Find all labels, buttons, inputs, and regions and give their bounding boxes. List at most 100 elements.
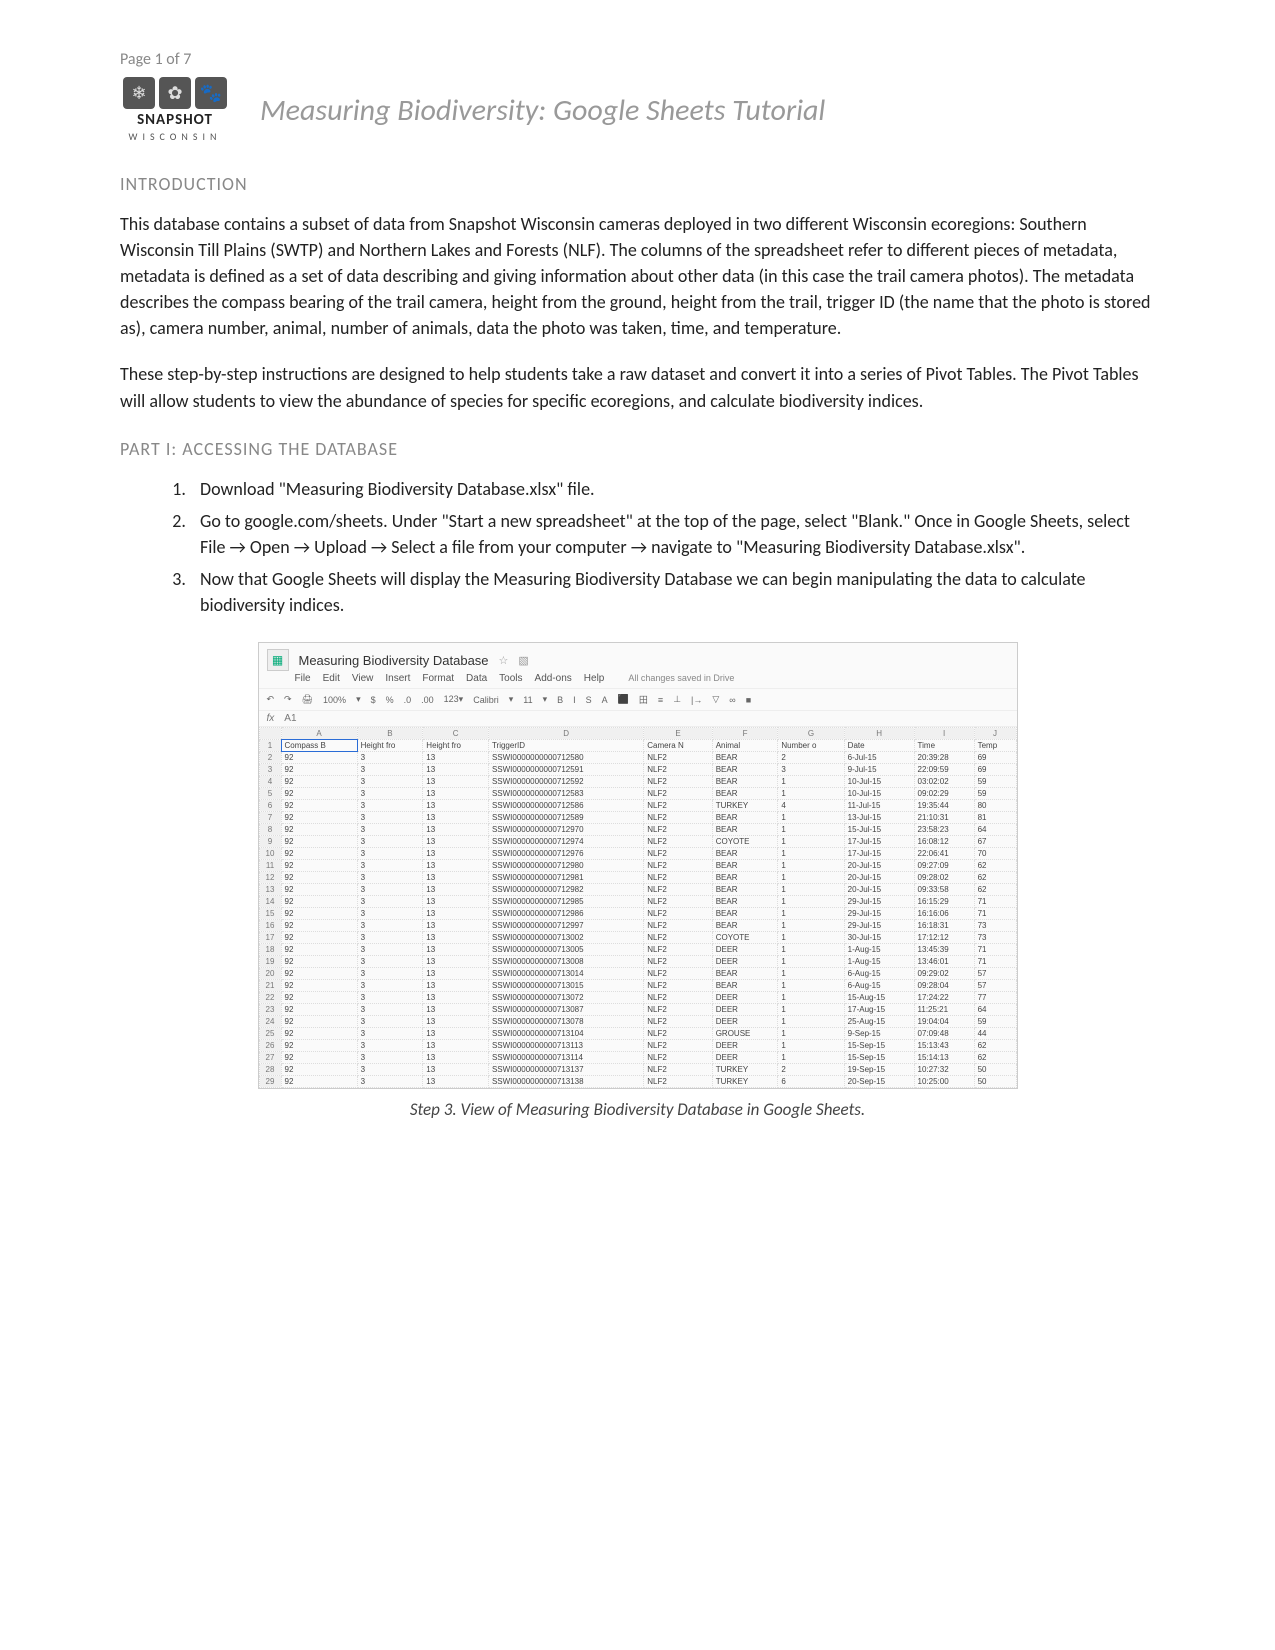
- data-cell[interactable]: SSWI0000000000712981: [488, 872, 643, 884]
- data-cell[interactable]: 1: [778, 932, 844, 944]
- data-cell[interactable]: 15-Sep-15: [844, 1040, 914, 1052]
- data-cell[interactable]: 29-Jul-15: [844, 908, 914, 920]
- data-cell[interactable]: NLF2: [644, 872, 712, 884]
- row-header[interactable]: 13: [259, 884, 281, 896]
- data-cell[interactable]: 71: [974, 956, 1016, 968]
- data-cell[interactable]: 10:27:32: [914, 1064, 974, 1076]
- data-cell[interactable]: 3: [357, 884, 423, 896]
- data-cell[interactable]: 3: [778, 764, 844, 776]
- col-header[interactable]: B: [357, 728, 423, 740]
- data-header-cell[interactable]: Temp: [974, 740, 1016, 752]
- data-cell[interactable]: 3: [357, 788, 423, 800]
- data-cell[interactable]: 13: [423, 860, 489, 872]
- data-cell[interactable]: 13: [423, 872, 489, 884]
- data-cell[interactable]: 1: [778, 812, 844, 824]
- data-cell[interactable]: 92: [281, 788, 357, 800]
- data-cell[interactable]: NLF2: [644, 1016, 712, 1028]
- data-cell[interactable]: 1: [778, 884, 844, 896]
- row-header[interactable]: 11: [259, 860, 281, 872]
- data-cell[interactable]: 09:29:02: [914, 968, 974, 980]
- data-cell[interactable]: 13: [423, 920, 489, 932]
- data-cell[interactable]: 3: [357, 812, 423, 824]
- data-cell[interactable]: 17-Jul-15: [844, 848, 914, 860]
- data-cell[interactable]: NLF2: [644, 776, 712, 788]
- data-cell[interactable]: SSWI0000000000713002: [488, 932, 643, 944]
- data-cell[interactable]: 69: [974, 752, 1016, 764]
- data-cell[interactable]: NLF2: [644, 884, 712, 896]
- data-cell[interactable]: NLF2: [644, 1028, 712, 1040]
- more-icon[interactable]: ■: [746, 695, 751, 705]
- col-header[interactable]: C: [423, 728, 489, 740]
- data-cell[interactable]: SSWI0000000000713114: [488, 1052, 643, 1064]
- dec-dec-icon[interactable]: .0: [404, 695, 412, 705]
- data-cell[interactable]: 71: [974, 896, 1016, 908]
- data-cell[interactable]: 6-Aug-15: [844, 968, 914, 980]
- data-cell[interactable]: 92: [281, 872, 357, 884]
- row-header[interactable]: 28: [259, 1064, 281, 1076]
- menu-view[interactable]: View: [352, 673, 374, 684]
- data-cell[interactable]: 2: [778, 1064, 844, 1076]
- data-cell[interactable]: 92: [281, 932, 357, 944]
- data-cell[interactable]: BEAR: [712, 776, 778, 788]
- data-cell[interactable]: SSWI0000000000712997: [488, 920, 643, 932]
- data-cell[interactable]: DEER: [712, 1004, 778, 1016]
- borders-icon[interactable]: 田: [639, 693, 648, 706]
- data-cell[interactable]: 11:25:21: [914, 1004, 974, 1016]
- col-header[interactable]: D: [488, 728, 643, 740]
- data-cell[interactable]: 3: [357, 1040, 423, 1052]
- data-cell[interactable]: 3: [357, 992, 423, 1004]
- data-cell[interactable]: BEAR: [712, 812, 778, 824]
- data-cell[interactable]: 1-Aug-15: [844, 956, 914, 968]
- data-cell[interactable]: SSWI0000000000712985: [488, 896, 643, 908]
- data-cell[interactable]: 15-Jul-15: [844, 824, 914, 836]
- data-cell[interactable]: 1: [778, 1004, 844, 1016]
- data-cell[interactable]: 50: [974, 1064, 1016, 1076]
- data-header-cell[interactable]: Animal: [712, 740, 778, 752]
- col-header[interactable]: G: [778, 728, 844, 740]
- row-header[interactable]: 22: [259, 992, 281, 1004]
- data-cell[interactable]: 13: [423, 800, 489, 812]
- row-header[interactable]: 10: [259, 848, 281, 860]
- data-cell[interactable]: 3: [357, 764, 423, 776]
- data-cell[interactable]: 13: [423, 776, 489, 788]
- data-cell[interactable]: 80: [974, 800, 1016, 812]
- data-cell[interactable]: 1: [778, 872, 844, 884]
- data-cell[interactable]: NLF2: [644, 848, 712, 860]
- data-cell[interactable]: 57: [974, 968, 1016, 980]
- data-cell[interactable]: 16:18:31: [914, 920, 974, 932]
- data-cell[interactable]: 1: [778, 788, 844, 800]
- redo-icon[interactable]: ↷: [284, 694, 292, 705]
- data-cell[interactable]: 16:15:29: [914, 896, 974, 908]
- data-cell[interactable]: 92: [281, 824, 357, 836]
- data-header-cell[interactable]: Height fro: [357, 740, 423, 752]
- data-cell[interactable]: 1: [778, 956, 844, 968]
- menu-tools[interactable]: Tools: [499, 673, 522, 684]
- data-cell[interactable]: 3: [357, 848, 423, 860]
- data-cell[interactable]: 13:45:39: [914, 944, 974, 956]
- data-cell[interactable]: 2: [778, 752, 844, 764]
- data-cell[interactable]: NLF2: [644, 812, 712, 824]
- data-cell[interactable]: 29-Jul-15: [844, 896, 914, 908]
- data-cell[interactable]: SSWI0000000000713137: [488, 1064, 643, 1076]
- row-header[interactable]: 18: [259, 944, 281, 956]
- row-header[interactable]: 23: [259, 1004, 281, 1016]
- data-cell[interactable]: 81: [974, 812, 1016, 824]
- data-cell[interactable]: 15:13:43: [914, 1040, 974, 1052]
- fillcolor-icon[interactable]: ⬛: [618, 694, 629, 705]
- data-cell[interactable]: DEER: [712, 992, 778, 1004]
- data-cell[interactable]: 25-Aug-15: [844, 1016, 914, 1028]
- data-cell[interactable]: BEAR: [712, 908, 778, 920]
- data-cell[interactable]: 13: [423, 836, 489, 848]
- data-cell[interactable]: 57: [974, 980, 1016, 992]
- data-cell[interactable]: 03:02:02: [914, 776, 974, 788]
- data-cell[interactable]: 92: [281, 836, 357, 848]
- data-cell[interactable]: SSWI0000000000713104: [488, 1028, 643, 1040]
- col-header[interactable]: A: [281, 728, 357, 740]
- data-header-cell[interactable]: Camera N: [644, 740, 712, 752]
- currency-icon[interactable]: $: [371, 695, 376, 705]
- data-cell[interactable]: 22:09:59: [914, 764, 974, 776]
- data-cell[interactable]: BEAR: [712, 764, 778, 776]
- row-header[interactable]: 14: [259, 896, 281, 908]
- data-cell[interactable]: 1: [778, 1028, 844, 1040]
- data-cell[interactable]: 13: [423, 1052, 489, 1064]
